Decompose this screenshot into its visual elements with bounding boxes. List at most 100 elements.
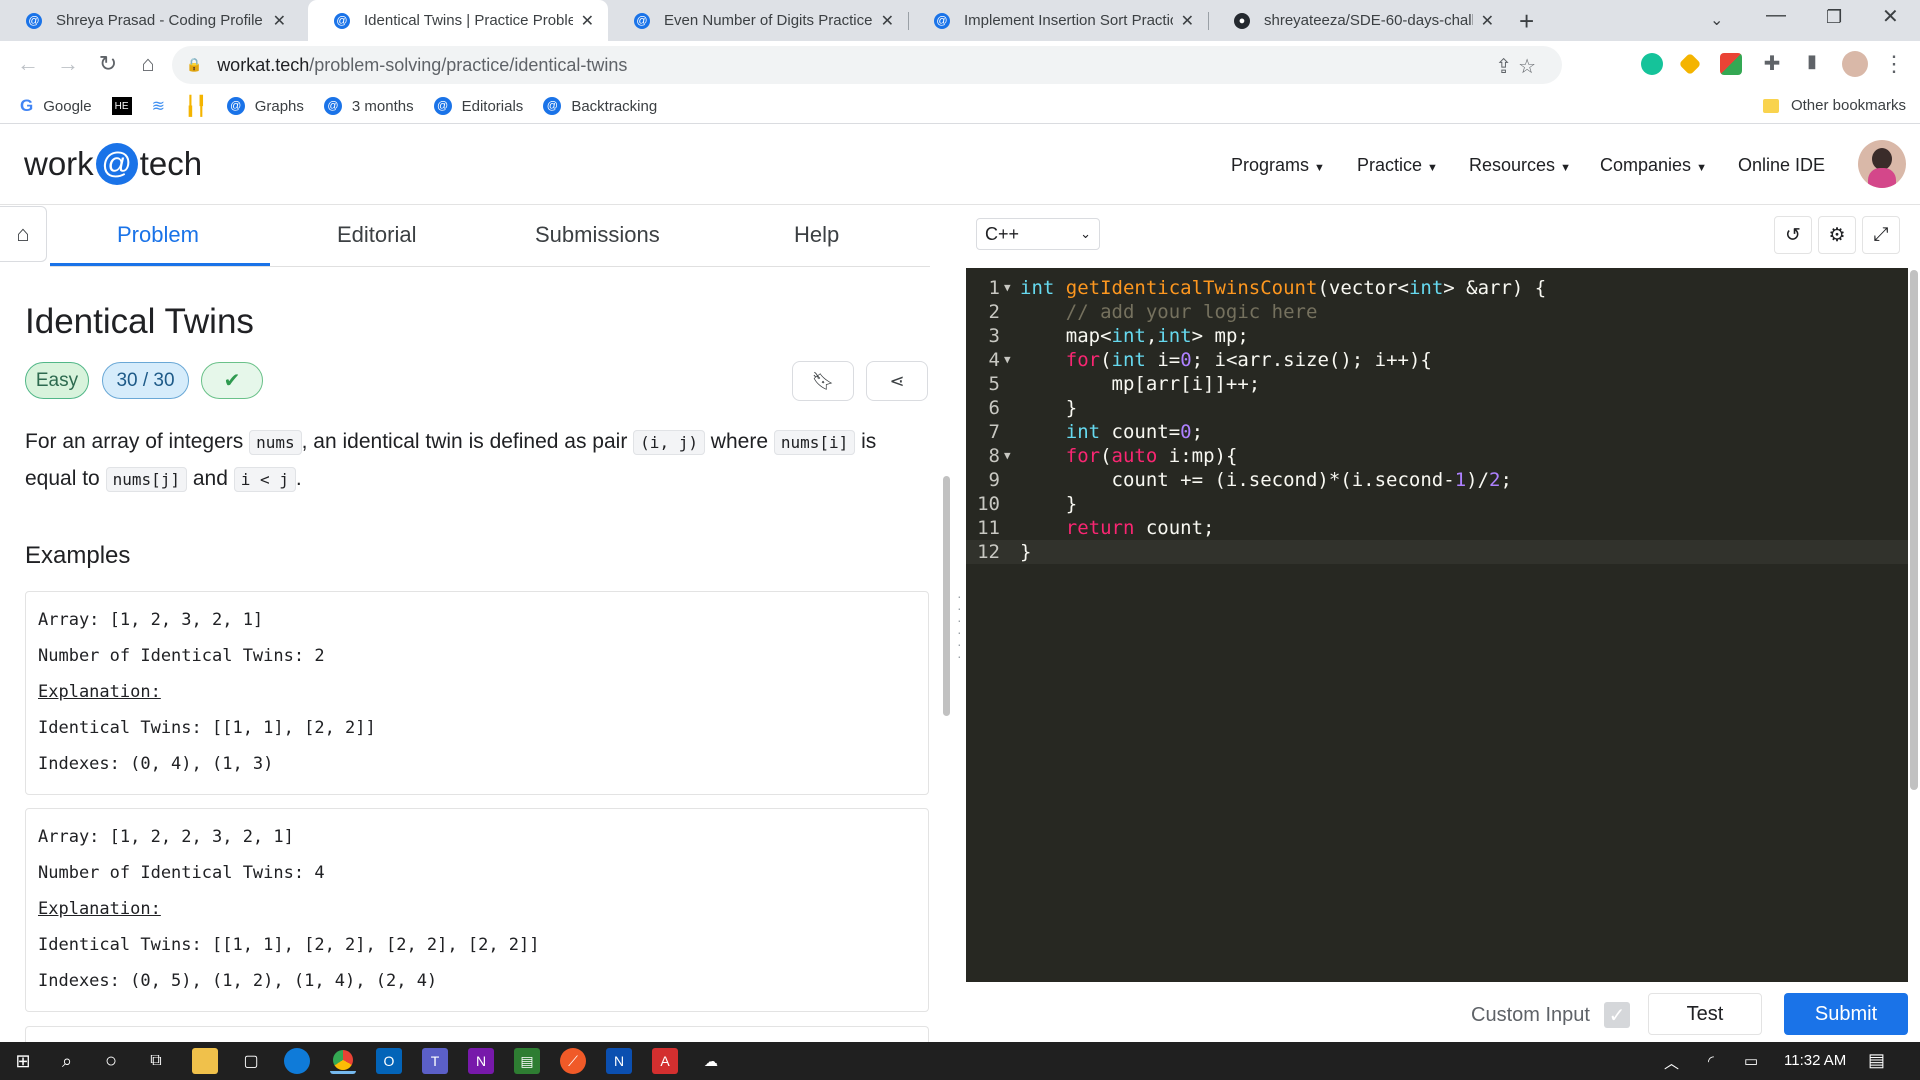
workattech-logo[interactable]: work @ tech bbox=[24, 143, 202, 185]
tab-help[interactable]: Help bbox=[794, 222, 839, 248]
pane-resize-handle[interactable]: · · · · · · bbox=[957, 589, 963, 663]
language-select[interactable]: C++ ⌄ bbox=[976, 218, 1100, 250]
share-button[interactable]: ⋖ bbox=[866, 361, 928, 401]
windows-start-icon[interactable]: ⊞ bbox=[10, 1048, 36, 1074]
code-line: 2 // add your logic here bbox=[966, 300, 1908, 324]
home-icon[interactable]: ⌂ bbox=[0, 206, 47, 262]
checkbox-icon[interactable]: ✓ bbox=[1603, 1002, 1630, 1028]
gear-icon: ⚙ bbox=[1828, 224, 1846, 246]
test-button[interactable]: Test bbox=[1648, 993, 1762, 1035]
window-close-icon[interactable]: ✕ bbox=[1882, 4, 1899, 29]
editor-scrollbar[interactable] bbox=[1910, 270, 1918, 790]
grammarly-icon[interactable] bbox=[1641, 53, 1663, 75]
tab-title: Shreya Prasad - Coding Profile bbox=[56, 12, 263, 29]
new-tab-icon[interactable]: + bbox=[1519, 6, 1534, 37]
browser-tab[interactable]: @ Even Number of Digits Practice Ir ✕ bbox=[608, 0, 908, 41]
back-icon[interactable]: ← bbox=[14, 51, 42, 77]
fullscreen-button[interactable]: ⤢ bbox=[1862, 216, 1900, 254]
user-avatar[interactable] bbox=[1858, 140, 1906, 188]
bookmark-google[interactable]: G Google bbox=[20, 96, 92, 116]
task-view-icon[interactable]: ⧉ bbox=[143, 1048, 169, 1074]
chrome-icon[interactable] bbox=[330, 1048, 356, 1074]
code-editor[interactable]: 1 ▼ int getIdenticalTwinsCount(vector<int>… bbox=[966, 268, 1908, 982]
close-icon[interactable]: ✕ bbox=[581, 11, 594, 31]
profile-avatar[interactable] bbox=[1842, 51, 1868, 77]
browser-tab[interactable]: @ Shreya Prasad - Coding Profile ✕ bbox=[0, 0, 300, 41]
inline-code: nums[j] bbox=[105, 467, 188, 492]
fold-toggle-icon[interactable]: ▼ bbox=[1004, 276, 1011, 300]
minimize-icon[interactable]: — bbox=[1766, 4, 1786, 27]
bookmark-3-months[interactable]: @ 3 months bbox=[323, 97, 414, 115]
extensions-icon[interactable]: ✚ bbox=[1758, 51, 1786, 76]
close-icon[interactable]: ✕ bbox=[1181, 11, 1194, 31]
home-icon[interactable]: ⌂ bbox=[134, 51, 162, 77]
share-page-icon[interactable]: ⇪ bbox=[1495, 54, 1512, 79]
browser-tab-active[interactable]: @ Identical Twins | Practice Problem ✕ bbox=[308, 0, 608, 41]
bookmark-icon-only[interactable]: ╽╿ bbox=[185, 96, 207, 117]
color-extension-icon[interactable] bbox=[1720, 53, 1742, 75]
store-icon[interactable]: ▢ bbox=[238, 1048, 264, 1074]
editor-settings-button[interactable]: ⚙ bbox=[1818, 216, 1856, 254]
example-line: Identical Twins: [[1, 1], [2, 2]] bbox=[38, 718, 376, 738]
lock-icon: 🔒 bbox=[186, 57, 203, 72]
chrome-menu-icon[interactable]: ⋮ bbox=[1880, 51, 1908, 77]
outlook-icon[interactable]: O bbox=[376, 1048, 402, 1074]
acrobat-icon[interactable]: A bbox=[652, 1048, 678, 1074]
tab-problem[interactable]: Problem bbox=[117, 222, 199, 248]
address-bar[interactable]: 🔒 workat.tech/problem-solving/practice/i… bbox=[172, 46, 1562, 84]
onenote-icon[interactable]: N bbox=[468, 1048, 494, 1074]
fold-toggle-icon[interactable]: ▼ bbox=[1004, 444, 1011, 468]
highlighter-extension-icon[interactable] bbox=[1678, 52, 1702, 76]
custom-input-toggle[interactable]: Custom Input ✓ bbox=[1471, 1002, 1630, 1028]
battery-icon[interactable]: ▭ bbox=[1744, 1052, 1758, 1070]
teams-icon[interactable]: T bbox=[422, 1048, 448, 1074]
tab-submissions[interactable]: Submissions bbox=[535, 222, 660, 248]
nav-practice[interactable]: Practice ▼ bbox=[1357, 155, 1438, 176]
search-icon[interactable]: ⌕ bbox=[54, 1048, 80, 1074]
submit-button[interactable]: Submit bbox=[1784, 993, 1908, 1035]
code-line: 11 return count; bbox=[966, 516, 1908, 540]
postman-icon[interactable]: ⟋ bbox=[560, 1048, 586, 1074]
logo-at: @ bbox=[95, 143, 138, 185]
reload-icon[interactable]: ↻ bbox=[94, 51, 122, 77]
chevron-up-icon[interactable]: ︿ bbox=[1664, 1052, 1679, 1073]
code-text: } bbox=[1020, 493, 1078, 515]
clock[interactable]: 11:32 AM bbox=[1784, 1052, 1846, 1069]
bookmark-editorials[interactable]: @ Editorials bbox=[433, 97, 523, 115]
bookmark-icon-only[interactable]: HE bbox=[111, 97, 132, 115]
nav-resources[interactable]: Resources ▼ bbox=[1469, 155, 1571, 176]
reset-icon: ↺ bbox=[1785, 224, 1801, 246]
sheets-icon[interactable]: ▤ bbox=[514, 1048, 540, 1074]
close-icon[interactable]: ✕ bbox=[881, 11, 894, 31]
restore-icon[interactable]: ❐ bbox=[1826, 7, 1842, 28]
tab-search-icon[interactable]: ⌄ bbox=[1710, 10, 1723, 30]
bookmark-star-icon[interactable]: ☆ bbox=[1518, 54, 1536, 79]
forward-icon[interactable]: → bbox=[54, 51, 82, 77]
problem-scrollbar[interactable] bbox=[943, 476, 950, 716]
nav-programs[interactable]: Programs ▼ bbox=[1231, 155, 1325, 176]
workattech-icon: @ bbox=[323, 97, 342, 115]
side-panel-icon[interactable]: ▮ bbox=[1798, 51, 1826, 72]
notification-icon[interactable]: ▤ bbox=[1868, 1050, 1885, 1071]
close-icon[interactable]: ✕ bbox=[273, 11, 286, 31]
edge-icon[interactable] bbox=[284, 1048, 310, 1074]
bookmark-problem-button[interactable]: 🔖︎ bbox=[792, 361, 854, 401]
wifi-icon[interactable]: ◜ bbox=[1708, 1052, 1714, 1070]
cortana-icon[interactable]: ○ bbox=[98, 1048, 124, 1074]
bookmark-icon-only[interactable]: ≋ bbox=[152, 96, 165, 116]
chat-app-icon[interactable]: ☁ bbox=[698, 1048, 724, 1074]
file-explorer-icon[interactable] bbox=[192, 1048, 218, 1074]
browser-tab[interactable]: ● shreyateeza/SDE-60-days-challer ✕ bbox=[1208, 0, 1508, 41]
close-icon[interactable]: ✕ bbox=[1481, 11, 1494, 31]
bookmark-graphs[interactable]: @ Graphs bbox=[226, 97, 304, 115]
fold-toggle-icon[interactable]: ▼ bbox=[1004, 348, 1011, 372]
tab-editorial[interactable]: Editorial bbox=[337, 222, 416, 248]
other-bookmarks[interactable]: Other bookmarks bbox=[1762, 97, 1906, 114]
notion-icon[interactable]: N bbox=[606, 1048, 632, 1074]
nav-online-ide[interactable]: Online IDE bbox=[1738, 155, 1825, 176]
bookmark-backtracking[interactable]: @ Backtracking bbox=[543, 97, 657, 115]
reset-code-button[interactable]: ↺ bbox=[1774, 216, 1812, 254]
browser-tab[interactable]: @ Implement Insertion Sort Practice ✕ bbox=[908, 0, 1208, 41]
solved-check-icon: ✔ bbox=[201, 362, 263, 399]
nav-companies[interactable]: Companies ▼ bbox=[1600, 155, 1707, 176]
